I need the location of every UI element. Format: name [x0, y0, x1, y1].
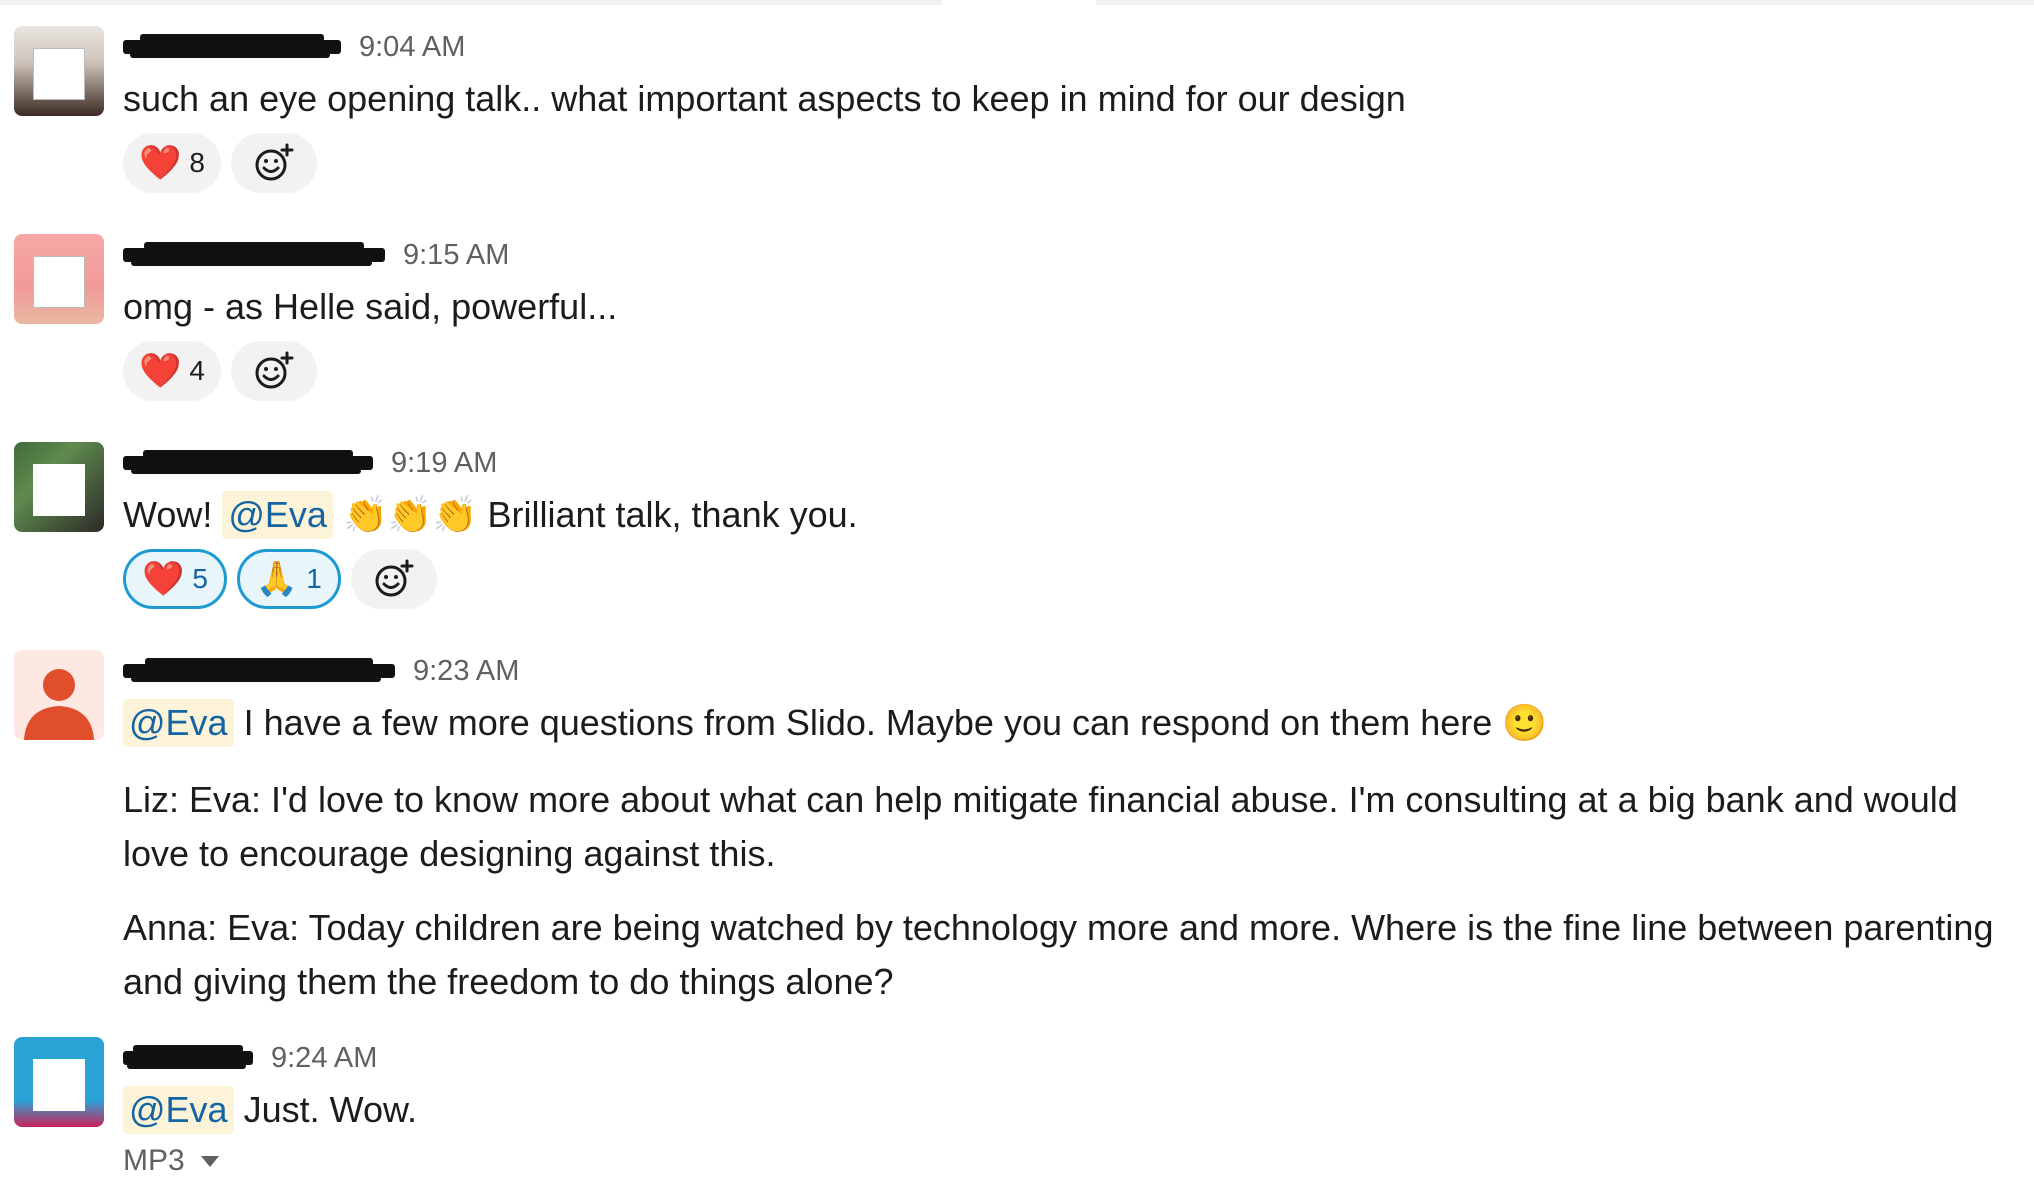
- message-header: 9:15 AM: [123, 235, 509, 275]
- timestamp[interactable]: 9:24 AM: [271, 1042, 377, 1075]
- smiling-face-emoji: 🙂: [1502, 703, 1548, 744]
- redacted-author-name: [123, 34, 341, 58]
- message-header: 9:24 AM: [123, 1038, 377, 1078]
- avatar[interactable]: [14, 650, 104, 740]
- mention-eva[interactable]: @Eva: [222, 491, 333, 539]
- avatar[interactable]: [14, 442, 104, 532]
- message-text-body: I have a few more questions from Slido. …: [243, 702, 1493, 743]
- redacted-author-name: [123, 242, 385, 266]
- message-header: 9:19 AM: [123, 443, 497, 483]
- top-divider-right: [1096, 0, 2034, 5]
- clapping-hands-emoji: 👏👏👏: [342, 495, 478, 536]
- heart-emoji: ❤️: [142, 559, 185, 599]
- reaction-bar: ❤️ 5 🙏 1: [123, 549, 437, 609]
- attachment-label: MP3: [123, 1144, 185, 1177]
- timestamp[interactable]: 9:04 AM: [359, 31, 465, 64]
- mention-eva[interactable]: @Eva: [123, 699, 234, 747]
- question-liz: Liz: Eva: I'd love to know more about wh…: [123, 779, 1958, 874]
- message-header: 9:23 AM: [123, 651, 519, 691]
- timestamp[interactable]: 9:15 AM: [403, 239, 509, 272]
- timestamp[interactable]: 9:23 AM: [413, 655, 519, 688]
- avatar-redaction: [33, 48, 85, 100]
- message-text: @Eva I have a few more questions from Sl…: [123, 696, 1547, 751]
- reaction-count: 8: [189, 147, 205, 178]
- reaction-pray[interactable]: 🙏 1: [236, 549, 341, 609]
- add-reaction-button[interactable]: [230, 133, 317, 193]
- add-reaction-icon: [255, 351, 294, 389]
- heart-emoji: ❤️: [139, 143, 182, 183]
- reaction-heart[interactable]: ❤️ 4: [123, 341, 221, 401]
- add-reaction-button[interactable]: [350, 549, 437, 609]
- message-text: omg - as Helle said, powerful...: [123, 286, 618, 327]
- message-text-body: Just. Wow.: [243, 1089, 417, 1130]
- reaction-count: 4: [189, 355, 205, 386]
- reaction-bar: ❤️ 4: [123, 341, 317, 401]
- top-divider-left: [0, 0, 942, 5]
- reaction-count: 5: [192, 563, 208, 594]
- message-text-start: Wow!: [123, 494, 213, 535]
- reaction-heart[interactable]: ❤️ 5: [123, 549, 227, 609]
- folded-hands-emoji: 🙏: [255, 559, 299, 599]
- avatar-redaction: [33, 1059, 85, 1111]
- reaction-heart[interactable]: ❤️ 8: [123, 133, 221, 193]
- redacted-author-name: [123, 658, 395, 682]
- caret-down-icon: [200, 1155, 219, 1167]
- message-text: Wow! @Eva 👏👏👏 Brilliant talk, thank you.: [123, 488, 858, 543]
- default-user-icon: [24, 669, 94, 740]
- avatar[interactable]: [14, 1037, 104, 1127]
- avatar-redaction: [33, 256, 85, 308]
- attachment-toggle[interactable]: MP3: [123, 1144, 219, 1178]
- question-anna: Anna: Eva: Today children are being watc…: [123, 907, 1994, 1002]
- reaction-bar: ❤️ 8: [123, 133, 317, 193]
- redacted-author-name: [123, 1045, 253, 1069]
- message-header: 9:04 AM: [123, 27, 465, 67]
- add-reaction-icon: [375, 559, 414, 597]
- timestamp[interactable]: 9:19 AM: [391, 447, 497, 480]
- avatar[interactable]: [14, 26, 104, 116]
- add-reaction-button[interactable]: [230, 341, 317, 401]
- reaction-count: 1: [306, 563, 322, 594]
- message-text-end: Brilliant talk, thank you.: [487, 494, 858, 535]
- heart-emoji: ❤️: [139, 351, 182, 391]
- redacted-author-name: [123, 450, 373, 474]
- message-text: @Eva Just. Wow.: [123, 1083, 417, 1137]
- add-reaction-icon: [255, 143, 294, 181]
- avatar-redaction: [33, 464, 85, 516]
- avatar[interactable]: [14, 234, 104, 324]
- mention-eva[interactable]: @Eva: [123, 1086, 234, 1134]
- message-text: such an eye opening talk.. what importan…: [123, 78, 1406, 119]
